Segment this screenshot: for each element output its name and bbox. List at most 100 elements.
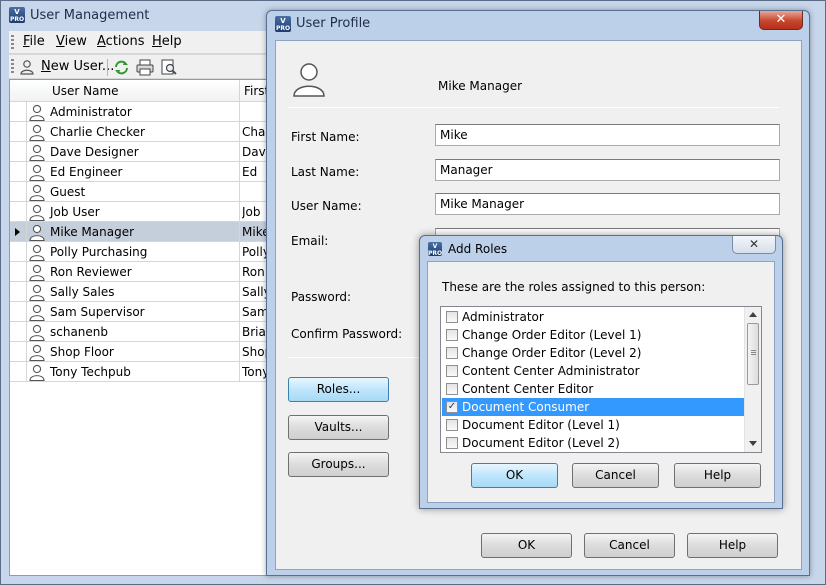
user-name-input[interactable] [435,193,780,215]
toolbar: New User... [9,54,267,79]
role-label: Change Order Editor (Level 1) [462,328,642,342]
role-item[interactable]: Administrator [442,308,744,326]
role-checkbox[interactable] [446,437,458,449]
user-icon [29,184,45,201]
table-row[interactable]: Mike Manager Mike [10,222,270,242]
role-checkbox[interactable] [446,419,458,431]
role-item[interactable]: ✓ Document Consumer [442,398,744,416]
menubar-grip[interactable] [11,35,14,51]
print-preview-icon[interactable] [160,59,178,76]
user-name-cell: Polly Purchasing [50,245,148,259]
vault-app-icon: V PRO [9,7,25,23]
separator [288,107,779,108]
menu-file[interactable]: File [23,34,45,49]
role-label: Document Consumer [462,400,590,414]
cancel-button[interactable]: Cancel [572,463,659,488]
roles-scrollbar[interactable] [744,307,761,452]
password-label: Password: [291,290,352,304]
ok-button[interactable]: OK [471,463,558,488]
close-button[interactable]: ✕ [759,11,803,30]
role-checkbox[interactable] [446,329,458,341]
role-item[interactable]: Change Order Editor (Level 2) [442,344,744,362]
groups-button[interactable]: Groups... [288,452,389,477]
table-row[interactable]: Sam Supervisor Sam [10,302,270,322]
dialog-title: Add Roles [448,242,508,256]
email-label: Email: [291,234,329,248]
user-name-label: User Name: [291,199,362,213]
ok-button[interactable]: OK [481,533,572,558]
user-name-cell: Ed Engineer [50,165,123,179]
role-checkbox[interactable]: ✓ [446,401,458,413]
table-row[interactable]: Guest [10,182,270,202]
menu-bar: File View Actions Help [9,31,267,53]
role-label: Content Center Editor [462,382,594,396]
user-icon [20,60,34,75]
menu-actions[interactable]: Actions [97,34,145,49]
roles-button[interactable]: Roles... [288,377,389,402]
scroll-down-icon[interactable] [749,441,757,446]
table-row[interactable]: Dave Designer Dave [10,142,270,162]
role-item[interactable]: Content Center Editor [442,380,744,398]
table-row[interactable]: Tony Techpub Tony [10,362,270,382]
user-icon [29,124,45,141]
vaults-button[interactable]: Vaults... [288,415,389,440]
grid-header: User Name First [10,80,270,102]
role-checkbox[interactable] [446,311,458,323]
profile-header-name: Mike Manager [438,79,523,93]
roles-list[interactable]: Administrator Change Order Editor (Level … [440,306,762,453]
last-name-input[interactable] [435,159,780,181]
user-icon [29,104,45,121]
role-checkbox[interactable] [446,347,458,359]
print-icon[interactable] [136,59,154,76]
last-name-label: Last Name: [291,165,360,179]
first-name-input[interactable] [435,124,780,146]
role-item[interactable]: Document Editor (Level 2) [442,434,744,452]
role-checkbox[interactable] [446,365,458,377]
user-icon [29,164,45,181]
table-row[interactable]: Ron Reviewer Ron [10,262,270,282]
help-button[interactable]: Help [687,533,778,558]
role-label: Content Center Administrator [462,364,640,378]
user-icon [29,224,45,241]
scroll-up-icon[interactable] [749,312,757,317]
user-icon [29,324,45,341]
table-row[interactable]: Charlie CheckerCharlie [10,122,270,142]
user-name-cell: Job User [50,205,100,219]
user-icon [29,304,45,321]
table-row[interactable]: Polly Purchasing Polly [10,242,270,262]
scroll-thumb[interactable] [747,323,759,385]
role-item[interactable]: Document Editor (Level 1) [442,416,744,434]
help-button[interactable]: Help [674,463,761,488]
user-icon [29,204,45,221]
role-checkbox[interactable] [446,383,458,395]
confirm-password-label: Confirm Password: [291,327,403,341]
user-name-cell: Shop Floor [50,345,114,359]
user-name-cell: Sally Sales [50,285,115,299]
cancel-button[interactable]: Cancel [584,533,675,558]
menu-view[interactable]: View [56,34,87,49]
toolbar-grip[interactable] [11,59,14,75]
user-icon [29,244,45,261]
table-row[interactable]: Shop Floor Shop [10,342,270,362]
table-row[interactable]: Sally Sales Sally [10,282,270,302]
user-name-cell: Administrator [50,105,132,119]
user-name-cell: Guest [50,185,86,199]
table-row[interactable]: Administrator [10,102,270,122]
role-item[interactable]: Content Center Administrator [442,362,744,380]
user-name-cell: Sam Supervisor [50,305,145,319]
role-item[interactable]: Change Order Editor (Level 1) [442,326,744,344]
row-indicator-icon [15,228,20,236]
user-name-cell: schanenb [50,325,109,339]
table-row[interactable]: Ed Engineer Ed [10,162,270,182]
user-icon [29,284,45,301]
role-label: Change Order Editor (Level 2) [462,346,642,360]
refresh-icon[interactable] [113,59,130,76]
column-header-user-name[interactable]: User Name [52,84,119,98]
close-button[interactable]: ✕ [732,236,776,254]
add-roles-dialog: V PRO Add Roles ✕ These are the roles ass… [419,235,783,509]
table-row[interactable]: schanenbBrian [10,322,270,342]
user-icon [29,144,45,161]
table-row[interactable]: Job User Job [10,202,270,222]
menu-help[interactable]: Help [152,34,182,49]
user-name-cell: Ron Reviewer [50,265,132,279]
